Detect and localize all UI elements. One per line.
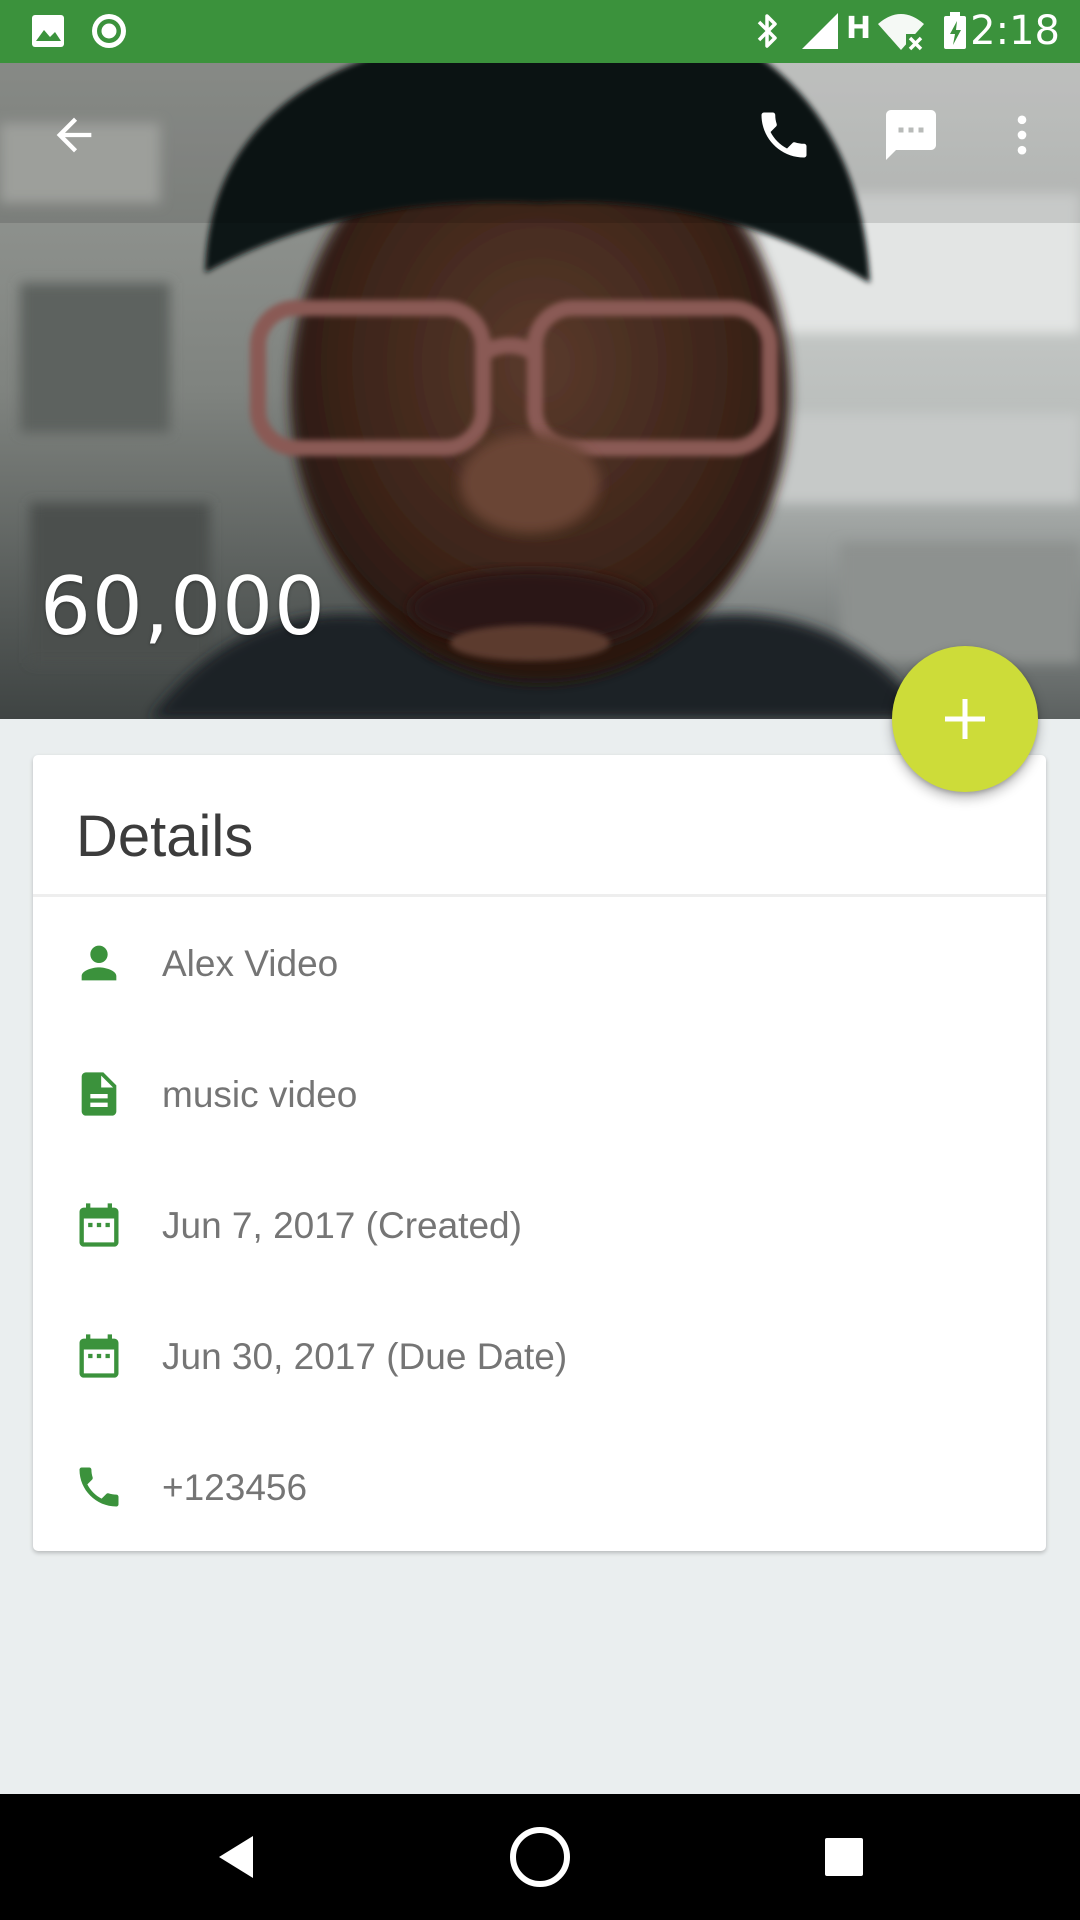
nav-home-button[interactable]	[492, 1809, 588, 1905]
phone-icon	[761, 112, 807, 158]
detail-row-text: Jun 30, 2017 (Due Date)	[162, 1336, 568, 1377]
overflow-menu-button[interactable]	[974, 87, 1070, 183]
image-notification-icon	[28, 0, 68, 63]
detail-row-text: +123456	[162, 1467, 308, 1508]
detail-row-text: Alex Video	[162, 943, 339, 984]
add-fab-button[interactable]	[892, 646, 1038, 792]
battery-charging-icon	[940, 0, 970, 63]
screen: H 2:18 60,000 Details Alex Video music v…	[0, 0, 1080, 1920]
card-divider	[33, 894, 1046, 897]
detail-row-contact[interactable]: Alex Video	[33, 898, 1046, 1029]
nav-recents-button[interactable]	[796, 1809, 892, 1905]
details-card: Details Alex Video music video Jun 7, 20…	[33, 755, 1046, 1551]
network-type-label: H	[846, 11, 872, 46]
header-photo: 60,000	[0, 63, 1080, 719]
details-title: Details	[76, 804, 254, 869]
detail-row-description[interactable]: music video	[33, 1029, 1046, 1160]
more-vert-icon	[1017, 115, 1027, 155]
call-button[interactable]	[736, 87, 832, 183]
person-icon	[81, 945, 117, 981]
wifi-no-internet-icon	[876, 0, 926, 63]
detail-row-due-date[interactable]: Jun 30, 2017 (Due Date)	[33, 1291, 1046, 1422]
record-notification-icon	[88, 0, 130, 63]
detail-row-created-date[interactable]: Jun 7, 2017 (Created)	[33, 1160, 1046, 1291]
back-arrow-icon	[56, 117, 92, 153]
bluetooth-icon	[750, 0, 784, 63]
cell-signal-icon	[798, 0, 842, 63]
status-bar: H 2:18	[0, 0, 1080, 63]
calendar-icon	[79, 1203, 119, 1247]
document-icon	[81, 1072, 117, 1116]
detail-row-text: Jun 7, 2017 (Created)	[162, 1205, 522, 1246]
message-button[interactable]	[863, 87, 959, 183]
detail-row-phone[interactable]: +123456	[33, 1422, 1046, 1553]
calendar-icon	[79, 1334, 119, 1378]
back-triangle-icon	[219, 1836, 253, 1878]
home-circle-icon	[510, 1827, 570, 1887]
system-nav-bar	[0, 1794, 1080, 1920]
contact-title: 60,000	[40, 560, 326, 653]
phone-icon	[79, 1467, 119, 1507]
detail-row-text: music video	[162, 1074, 358, 1115]
back-button[interactable]	[26, 87, 122, 183]
message-icon	[886, 110, 936, 160]
nav-back-button[interactable]	[188, 1809, 284, 1905]
status-time: 2:18	[970, 8, 1060, 54]
plus-icon	[945, 699, 985, 739]
network-type-h-icon: H	[846, 0, 871, 60]
recents-square-icon	[825, 1838, 863, 1876]
